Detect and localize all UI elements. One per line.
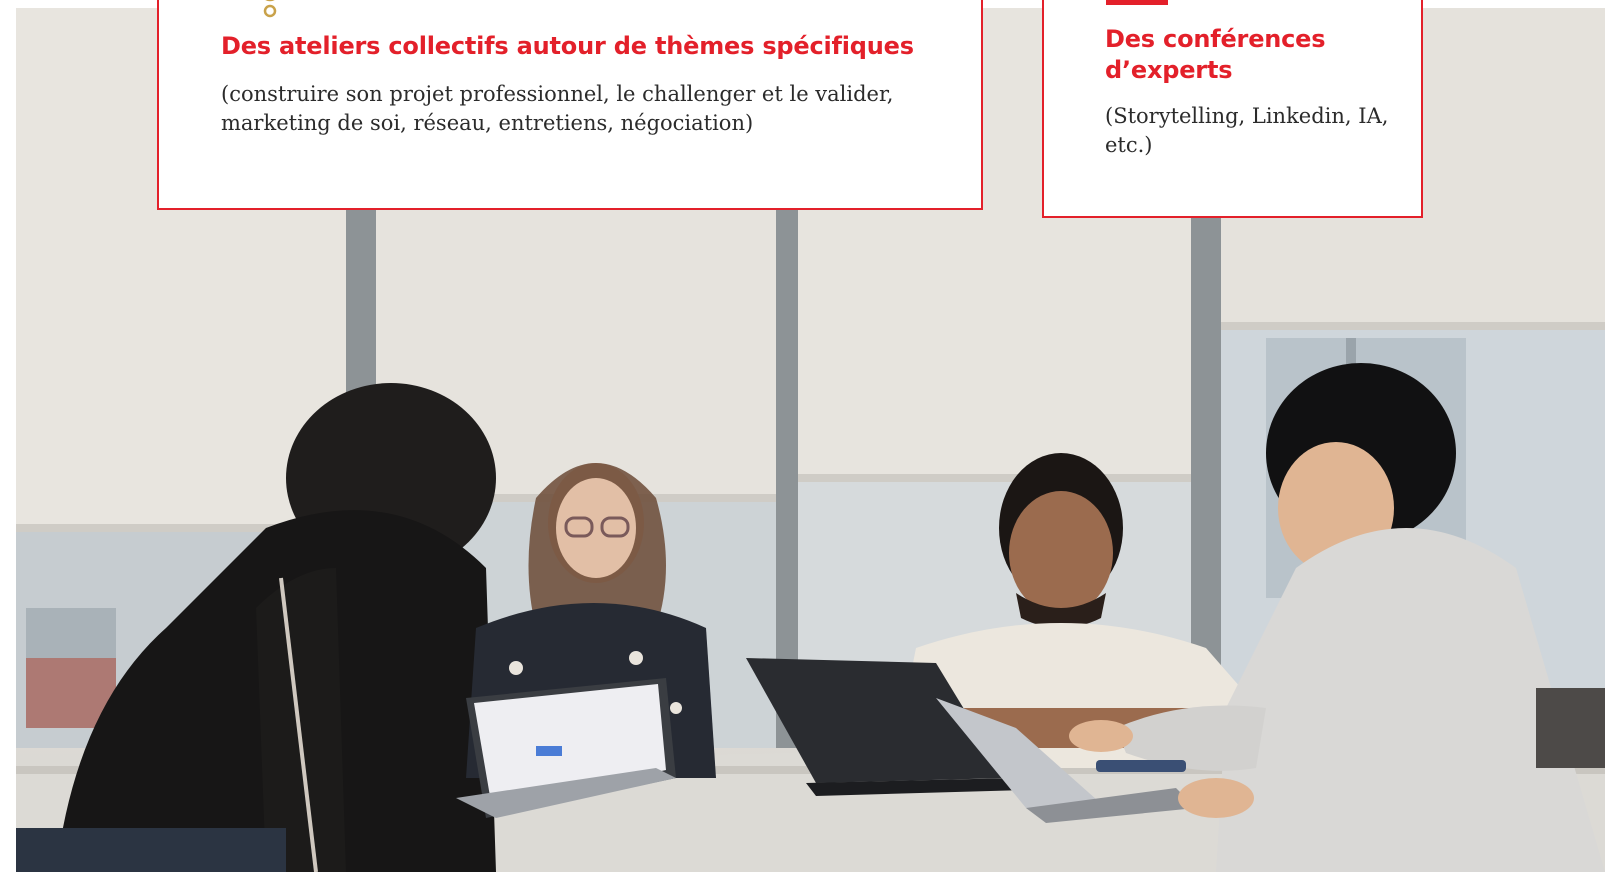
page: Des ateliers collectifs autour de thèmes… — [0, 0, 1605, 872]
tag-icon — [1106, 0, 1168, 5]
conferences-title: Des conférences d’experts — [1105, 25, 1326, 84]
conferences-description: (Storytelling, Linkedin, IA, etc.) — [1105, 104, 1389, 157]
conferences-card: Des conférences d’experts (Storytelling,… — [1042, 0, 1423, 218]
workshops-card: Des ateliers collectifs autour de thèmes… — [157, 0, 983, 210]
medal-icon — [263, 0, 277, 18]
workshops-description: (construire son projet professionnel, le… — [221, 82, 894, 135]
workshops-title: Des ateliers collectifs autour de thèmes… — [221, 32, 914, 60]
